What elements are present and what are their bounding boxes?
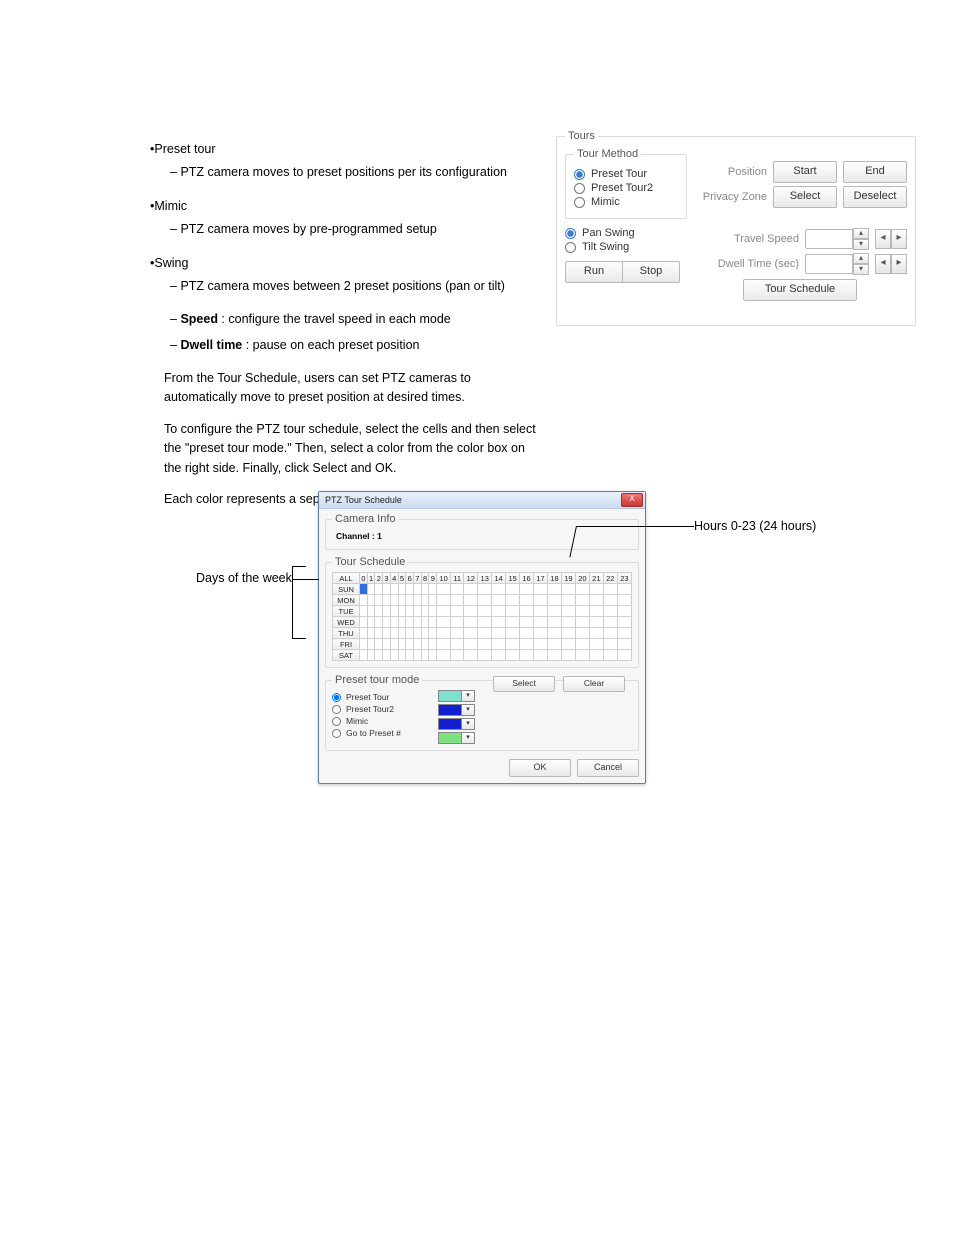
annotation-line (292, 566, 306, 567)
color-preset-tour2[interactable]: ▾ (438, 704, 475, 716)
para-schedule-intro: From the Tour Schedule, users can set PT… (164, 369, 540, 408)
bullet-dwell: Dwell time (180, 338, 242, 352)
bullet-mimic-desc: PTZ camera moves by pre-programmed setup (180, 222, 436, 236)
radio-mimic-label: Mimic (591, 196, 620, 208)
annotation-line (292, 579, 319, 580)
label-travel-speed: Travel Speed (729, 233, 799, 245)
travel-speed-stepper[interactable]: ◂▸ (875, 229, 907, 249)
radio-preset-tour[interactable]: Preset Tour (574, 168, 678, 180)
color-preset-tour[interactable]: ▾ (438, 690, 475, 702)
tours-legend: Tours (565, 130, 598, 142)
start-button[interactable]: Start (773, 161, 837, 183)
privacy-select-button[interactable]: Select (773, 186, 837, 208)
label-privacy-zone: Privacy Zone (697, 191, 767, 203)
run-button[interactable]: Run (565, 261, 622, 283)
radio-pan-swing-label: Pan Swing (582, 227, 635, 239)
chevron-down-icon: ▾ (461, 732, 475, 744)
schedule-clear-button[interactable]: Clear (563, 676, 625, 692)
mode-mimic-label: Mimic (346, 716, 368, 726)
annotation-days: Days of the week (196, 571, 292, 585)
camera-info-group: Camera Info Channel : 1 (325, 513, 639, 550)
mode-preset-tour2[interactable]: Preset Tour2 (332, 704, 428, 714)
bullet-preset-tour: Preset tour (154, 142, 215, 156)
radio-pan-swing[interactable]: Pan Swing (565, 227, 683, 239)
bullet-mimic: Mimic (154, 199, 187, 213)
tour-method-legend: Tour Method (574, 148, 641, 160)
mode-goto-preset[interactable]: Go to Preset # (332, 728, 428, 738)
label-position: Position (697, 166, 767, 178)
color-goto-preset[interactable]: ▾ (438, 732, 475, 744)
mode-preset-tour-label: Preset Tour (346, 692, 389, 702)
travel-speed-input[interactable]: ▴▾ (805, 228, 869, 250)
document-text: Preset tour PTZ camera moves to preset p… (150, 140, 540, 517)
chevron-down-icon: ▾ (461, 704, 475, 716)
para-schedule-howto: To configure the PTZ tour schedule, sele… (164, 420, 540, 478)
privacy-deselect-button[interactable]: Deselect (843, 186, 907, 208)
cancel-button[interactable]: Cancel (577, 759, 639, 777)
end-button[interactable]: End (843, 161, 907, 183)
mode-preset-tour[interactable]: Preset Tour (332, 692, 428, 702)
ok-button[interactable]: OK (509, 759, 571, 777)
annotation-hours: Hours 0-23 (24 hours) (694, 519, 816, 533)
radio-tilt-swing-label: Tilt Swing (582, 241, 629, 253)
channel-label: Channel : 1 (332, 529, 632, 543)
radio-preset-tour2-label: Preset Tour2 (591, 182, 653, 194)
bullet-swing-desc: PTZ camera moves between 2 preset positi… (180, 279, 504, 293)
schedule-grid[interactable]: ALL0123456789101112131415161718192021222… (332, 572, 632, 661)
dialog-titlebar[interactable]: PTZ Tour Schedule X (319, 492, 645, 509)
bullet-speed: Speed (180, 312, 218, 326)
radio-preset-tour-label: Preset Tour (591, 168, 647, 180)
preset-tour-mode-legend: Preset tour mode (332, 674, 422, 686)
preset-tour-mode-group: Preset tour mode Preset Tour Preset Tour… (325, 674, 639, 751)
ptz-tour-schedule-dialog: PTZ Tour Schedule X Camera Info Channel … (318, 491, 646, 784)
stop-button[interactable]: Stop (622, 261, 680, 283)
tour-schedule-group: Tour Schedule ALL01234567891011121314151… (325, 556, 639, 668)
tour-schedule-legend: Tour Schedule (332, 556, 408, 568)
tours-panel: Tours Tour Method Preset Tour Preset Tou… (556, 130, 916, 326)
chevron-down-icon: ▾ (461, 718, 475, 730)
annotation-line (292, 638, 306, 639)
bullet-preset-tour-desc: PTZ camera moves to preset positions per… (180, 165, 507, 179)
radio-preset-tour2[interactable]: Preset Tour2 (574, 182, 678, 194)
bullet-dwell-desc: : pause on each preset position (242, 338, 419, 352)
mode-mimic[interactable]: Mimic (332, 716, 428, 726)
bullet-swing: Swing (154, 256, 188, 270)
dialog-title: PTZ Tour Schedule (325, 495, 402, 505)
bullet-speed-desc: : configure the travel speed in each mod… (218, 312, 451, 326)
dwell-time-input[interactable]: ▴▾ (805, 253, 869, 275)
camera-info-legend: Camera Info (332, 513, 399, 525)
dwell-time-stepper[interactable]: ◂▸ (875, 254, 907, 274)
radio-tilt-swing[interactable]: Tilt Swing (565, 241, 683, 253)
schedule-select-button[interactable]: Select (493, 676, 555, 692)
annotation-line (292, 566, 293, 638)
mode-preset-tour2-label: Preset Tour2 (346, 704, 394, 714)
mode-goto-preset-label: Go to Preset # (346, 728, 401, 738)
tour-schedule-button[interactable]: Tour Schedule (743, 279, 857, 301)
tour-method-group: Tour Method Preset Tour Preset Tour2 Mim… (565, 148, 687, 219)
radio-mimic[interactable]: Mimic (574, 196, 678, 208)
annotation-line (576, 526, 694, 527)
label-dwell-time: Dwell Time (sec) (718, 258, 799, 270)
chevron-down-icon: ▾ (461, 690, 475, 702)
color-mimic[interactable]: ▾ (438, 718, 475, 730)
close-button[interactable]: X (621, 493, 643, 507)
